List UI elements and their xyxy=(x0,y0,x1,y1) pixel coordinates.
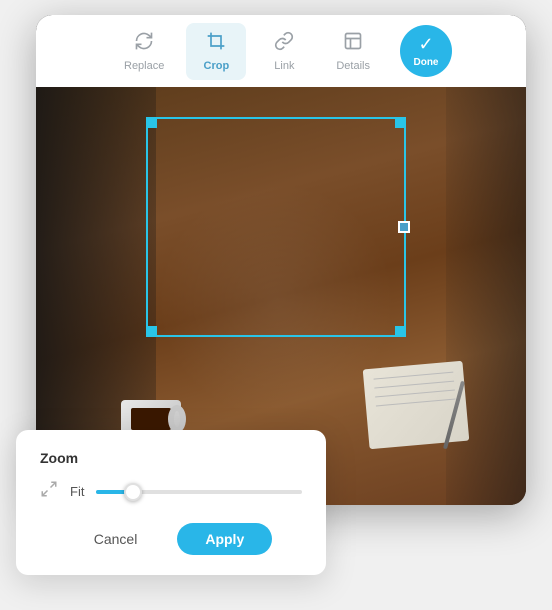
toolbar: Replace Crop xyxy=(36,15,526,87)
details-label: Details xyxy=(336,60,370,72)
zoom-title: Zoom xyxy=(40,450,302,466)
toolbar-item-replace[interactable]: Replace xyxy=(110,23,178,80)
fit-icon xyxy=(40,480,58,503)
cancel-button[interactable]: Cancel xyxy=(70,523,162,555)
crop-overlay[interactable] xyxy=(146,117,406,337)
mug-coffee xyxy=(131,408,171,430)
replace-icon xyxy=(134,31,154,56)
mug-handle xyxy=(168,405,186,433)
details-icon xyxy=(343,31,363,56)
toolbar-item-link[interactable]: Link xyxy=(254,23,314,80)
notebook-line-3 xyxy=(375,390,455,398)
crop-label: Crop xyxy=(204,60,230,72)
notebook-line-2 xyxy=(374,381,454,389)
zoom-row: Fit xyxy=(40,480,302,503)
done-button[interactable]: ✓ Done xyxy=(400,25,452,77)
zoom-fit-label: Fit xyxy=(70,484,84,499)
notebook xyxy=(363,361,470,449)
notebook-line-1 xyxy=(374,372,454,380)
zoom-slider-track[interactable] xyxy=(96,490,302,494)
crop-corner-bl[interactable] xyxy=(147,326,157,336)
zoom-actions: Cancel Apply xyxy=(40,523,302,555)
replace-label: Replace xyxy=(124,60,164,72)
done-label: Done xyxy=(413,57,438,68)
zoom-slider-thumb[interactable] xyxy=(124,483,142,501)
scene: Replace Crop xyxy=(16,15,536,595)
crop-handle-mid-right[interactable] xyxy=(398,221,410,233)
crop-corner-tl[interactable] xyxy=(147,118,157,128)
apply-button[interactable]: Apply xyxy=(177,523,272,555)
link-icon xyxy=(274,31,294,56)
toolbar-item-details[interactable]: Details xyxy=(322,23,384,80)
link-label: Link xyxy=(274,60,294,72)
toolbar-item-crop[interactable]: Crop xyxy=(186,23,246,80)
crop-corner-br[interactable] xyxy=(395,326,405,336)
bg-dark-right xyxy=(446,87,526,505)
crop-icon xyxy=(206,31,226,56)
notebook-lines xyxy=(374,372,457,415)
crop-corner-tr[interactable] xyxy=(395,118,405,128)
zoom-panel: Zoom Fit Cancel Apply xyxy=(16,430,326,575)
check-icon: ✓ xyxy=(418,34,433,55)
notebook-line-4 xyxy=(376,399,456,407)
